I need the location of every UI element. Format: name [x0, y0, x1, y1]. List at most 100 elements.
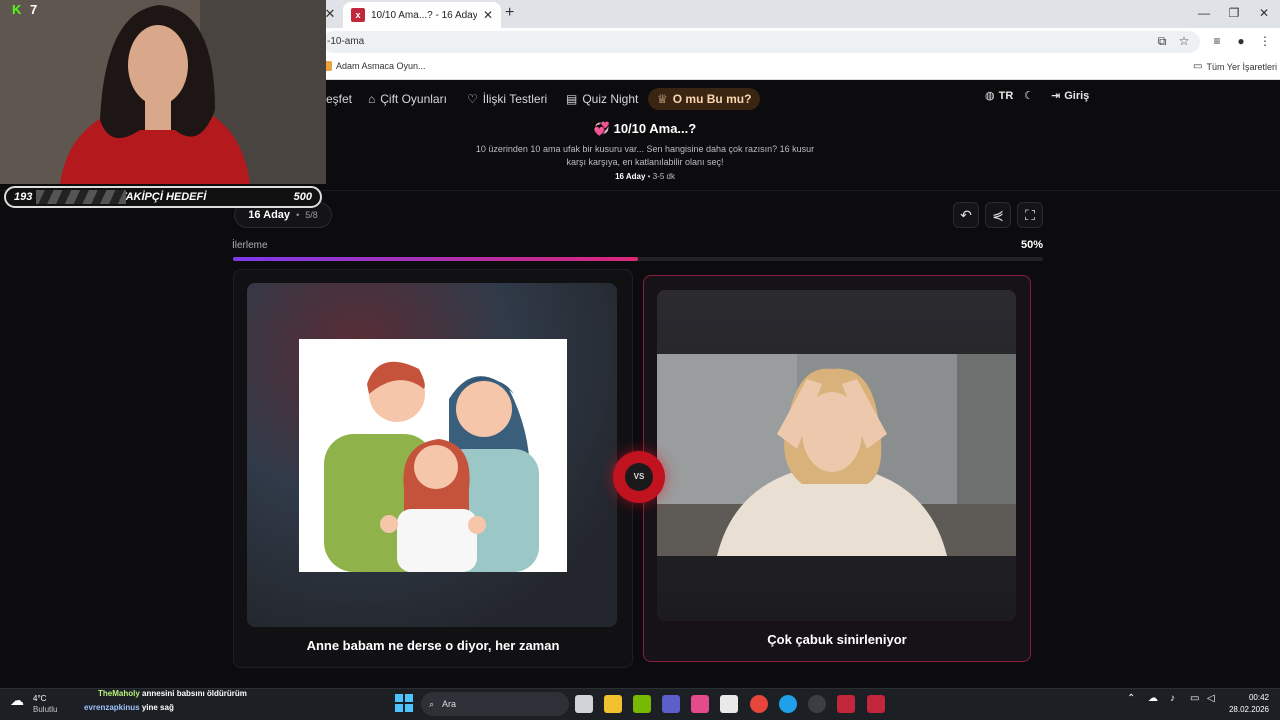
- frustrated-woman-photo[interactable]: [657, 354, 1016, 556]
- menu-icon[interactable]: ⋮: [1257, 34, 1273, 48]
- weather-desc: Bulutlu: [33, 705, 58, 714]
- close-window-button[interactable]: ✕: [1254, 6, 1274, 20]
- option-label-left[interactable]: Anne babam ne derse o diyor, her zaman: [233, 638, 633, 653]
- nav-item-quiz-night[interactable]: ▤ Quiz Night: [566, 88, 638, 110]
- chat-user: evrenzapkinus: [84, 703, 140, 712]
- chrome-icon[interactable]: [750, 695, 768, 713]
- windows-start-icon[interactable]: [395, 694, 413, 712]
- taskbar-search[interactable]: ⌕ Ara: [421, 692, 569, 716]
- language-label: TR: [998, 89, 1014, 102]
- fullscreen-button[interactable]: ⛶: [1017, 202, 1043, 228]
- search-placeholder: Ara: [442, 699, 457, 709]
- search-icon: ⌕: [429, 698, 435, 709]
- weather-temp: 4°C: [33, 694, 47, 703]
- all-bookmarks[interactable]: ▭ Tüm Yer İşaretleri: [1193, 61, 1277, 72]
- clock-date[interactable]: 28.02.2026: [1225, 705, 1269, 714]
- media-icon[interactable]: ≡: [1209, 34, 1225, 48]
- url-field[interactable]: [322, 31, 1200, 53]
- goal-label: TAKİPÇİ HEDEFİ: [119, 191, 207, 203]
- theme-toggle-moon-icon[interactable]: ☾: [1024, 89, 1034, 102]
- undo-button[interactable]: ↶: [953, 202, 979, 228]
- globe-icon: ◍: [985, 90, 995, 102]
- chat-text: annesini babsını öldürürüm: [142, 689, 247, 698]
- nav-label: İlişki Testleri: [482, 92, 548, 106]
- network-icon[interactable]: ▭: [1190, 693, 1199, 704]
- bookmark-label: Tüm Yer İşaretleri: [1206, 61, 1277, 72]
- minimize-button[interactable]: —: [1194, 6, 1214, 20]
- chat-text: yine sağ: [141, 703, 174, 712]
- nav-item-iliski-testleri[interactable]: ♡ İlişki Testleri: [467, 88, 547, 110]
- volume-icon[interactable]: ◁: [1207, 693, 1215, 704]
- progress-percent: 50%: [1020, 239, 1043, 251]
- chat-message: TheMaholy annesini babsını öldürürüm: [98, 689, 247, 698]
- progress-label: İlerleme: [232, 240, 268, 251]
- clock-time[interactable]: 00:42: [1225, 693, 1269, 702]
- viewer-count: 7: [30, 2, 38, 17]
- tab-active[interactable]: x 10/10 Ama...? - 16 Adaylı Turnu ✕: [343, 2, 501, 28]
- file-explorer-icon[interactable]: [604, 695, 622, 713]
- task-view-icon[interactable]: [575, 695, 593, 713]
- close-tab-icon[interactable]: ✕: [483, 8, 493, 22]
- nav-label: Quiz Night: [582, 92, 639, 106]
- round-step: 5/8: [305, 210, 318, 220]
- site-favicon-icon: x: [351, 8, 365, 22]
- option-label-right[interactable]: Çok çabuk sinirleniyor: [643, 632, 1031, 647]
- trophy-icon: ♕: [657, 92, 668, 106]
- share-button[interactable]: ⋞: [985, 202, 1011, 228]
- weather-icon[interactable]: ☁: [10, 692, 24, 709]
- copilot-icon[interactable]: [691, 695, 709, 713]
- nav-label: Çift Oyunları: [380, 92, 447, 106]
- progress-bar-fill: [233, 257, 638, 261]
- streamer-webcam: [0, 0, 326, 184]
- quiz-description: 10 üzerinden 10 ama ufak bir kusuru var.…: [475, 144, 815, 167]
- goal-target: 500: [293, 191, 312, 203]
- gamepad-icon: ⌂: [368, 92, 376, 106]
- language-switch[interactable]: ◍ TR: [985, 89, 1014, 103]
- round-label: 16 Aday: [248, 209, 291, 221]
- nav-item-kesfet[interactable]: eşfet: [326, 88, 352, 110]
- profile-avatar[interactable]: ●: [1233, 34, 1249, 48]
- streamer-figure: [0, 0, 326, 184]
- login-label: Giriş: [1064, 89, 1090, 102]
- app-icon-red[interactable]: [837, 695, 855, 713]
- chat-message: evrenzapkinus yine sağ: [84, 703, 174, 712]
- cast-icon[interactable]: ⧉: [1154, 34, 1170, 49]
- login-icon: ⇥: [1051, 90, 1061, 102]
- quiz-title-text: 10/10 Ama...?: [613, 121, 697, 136]
- onedrive-icon[interactable]: ☁: [1148, 693, 1158, 704]
- new-tab-button[interactable]: +: [505, 5, 519, 21]
- bookmark-label: Adam Asmaca Oyun...: [336, 61, 426, 71]
- nav-label: eşfet: [326, 92, 353, 106]
- kick-logo-icon: K: [12, 2, 22, 17]
- chat-user: TheMaholy: [98, 689, 140, 698]
- url-text[interactable]: -10-ama: [327, 36, 364, 47]
- candidate-count: 16 Aday: [615, 172, 646, 181]
- bookmark-star-icon[interactable]: ☆: [1176, 34, 1192, 48]
- nav-item-o-mu-bu-mu[interactable]: ♕ O mu Bu mu?: [648, 88, 761, 110]
- heart-icon: ♡: [467, 92, 478, 106]
- tab-title: 10/10 Ama...? - 16 Adaylı Turnu: [371, 9, 477, 21]
- bookmark-item[interactable]: Adam Asmaca Oyun...: [322, 61, 426, 71]
- restore-button[interactable]: ❐: [1224, 6, 1244, 20]
- nav-label: O mu Bu mu?: [672, 92, 752, 106]
- teams-icon[interactable]: [662, 695, 680, 713]
- app-icon-red-2[interactable]: [867, 695, 885, 713]
- vs-badge: VS: [613, 451, 665, 503]
- edge-icon[interactable]: [779, 695, 797, 713]
- vs-label: VS: [625, 463, 653, 491]
- goal-current: 193: [14, 191, 33, 203]
- tray-chevron-icon[interactable]: ⌃: [1127, 693, 1135, 704]
- store-icon[interactable]: [720, 695, 738, 713]
- family-illustration[interactable]: [299, 339, 567, 572]
- obs-icon[interactable]: [808, 695, 826, 713]
- goal-progress-stripes: [36, 190, 126, 204]
- nvidia-icon[interactable]: [633, 695, 651, 713]
- folder-icon: ▭: [1193, 61, 1203, 72]
- hearts-icon: 💞: [593, 121, 610, 136]
- quiz-duration: 3-5 dk: [652, 172, 675, 181]
- login-button[interactable]: ⇥ Giriş: [1051, 89, 1090, 103]
- nav-item-cift-oyunlari[interactable]: ⌂ Çift Oyunları: [368, 88, 447, 110]
- progress-bar: [233, 257, 1043, 261]
- calendar-icon: ▤: [566, 92, 578, 106]
- mic-icon[interactable]: ♪: [1170, 693, 1175, 704]
